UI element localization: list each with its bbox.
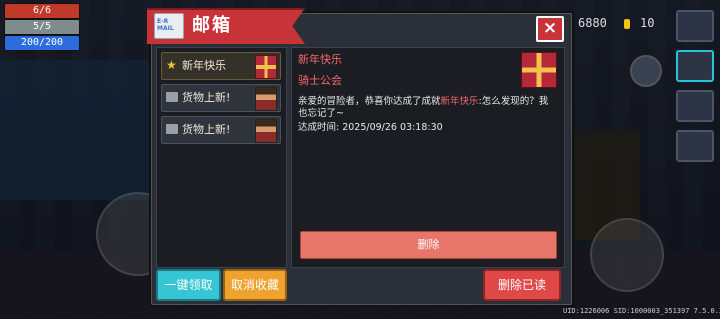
envelope-icon [166, 92, 178, 102]
version-info: UID:1226006 SID:1000003_351397 7.5.0.37 [563, 307, 720, 315]
mail-body: 亲爱的冒险者，恭喜你达成了成就新年快乐:怎么发现的？我也忘记了~ [298, 96, 556, 120]
mail-body-text: 亲爱的冒险者，恭喜你达成了成就 [298, 96, 441, 107]
armor-value: 5/5 [32, 21, 52, 32]
character-button[interactable] [676, 90, 714, 122]
coin-icon [624, 19, 630, 29]
mail-item-label: 新年快乐 [182, 59, 226, 72]
mail-list-panel [156, 47, 287, 268]
achievement-name: 新年快乐 [440, 96, 479, 107]
unfavorite-button[interactable]: 取消收藏 [223, 269, 287, 301]
mail-sender: 骑士公会 [298, 74, 342, 87]
claim-all-button[interactable]: 一键领取 [156, 269, 221, 301]
delete-button[interactable]: 删除 [300, 231, 557, 259]
coin-count: 10 [640, 16, 655, 30]
skill-button[interactable] [676, 130, 714, 162]
armor-bar: 5/5 [4, 19, 80, 35]
pause-button[interactable] [676, 10, 714, 42]
gem-count: 6880 [578, 16, 607, 30]
gift-box-icon [255, 55, 277, 79]
star-icon: ★ [166, 58, 177, 72]
energy-value: 200/200 [20, 37, 64, 48]
mail-detail-title: 新年快乐 [298, 53, 342, 66]
merchant-icon [255, 87, 277, 111]
envelope-icon [166, 124, 178, 134]
hp-value: 6/6 [32, 5, 52, 16]
mail-logo-icon: E-R MAIL [154, 13, 184, 39]
close-button[interactable]: × [536, 16, 564, 42]
mail-list-item[interactable]: 货物上新! [161, 116, 281, 144]
map-button[interactable] [676, 50, 714, 82]
gift-box-icon [521, 52, 557, 88]
mail-item-label: 货物上新! [182, 91, 231, 104]
mail-logo-text: E-R MAIL [157, 18, 174, 32]
mail-list-item[interactable]: 货物上新! [161, 84, 281, 112]
emote-button[interactable] [630, 55, 662, 87]
mail-item-label: 货物上新! [182, 123, 231, 136]
achievement-time: 达成时间: 2025/09/26 03:18:30 [298, 122, 443, 133]
dialog-title: 邮箱 [192, 15, 232, 36]
hp-bar: 6/6 [4, 3, 80, 19]
energy-bar: 200/200 [4, 35, 80, 51]
merchant-icon [255, 119, 277, 143]
delete-read-button[interactable]: 删除已读 [483, 269, 561, 301]
mail-list-item[interactable]: ★ 新年快乐 [161, 52, 281, 80]
